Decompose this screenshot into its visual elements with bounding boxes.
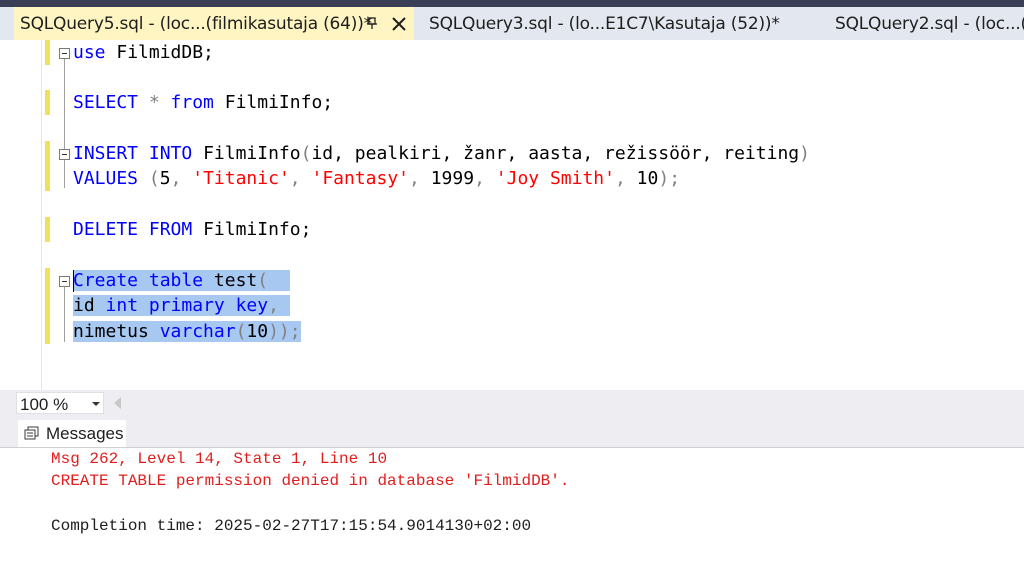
error-message-line: CREATE TABLE permission denied in databa… xyxy=(51,472,570,490)
comma: , xyxy=(170,168,193,189)
results-pane: Messages Msg 262, Level 14, State 1, Lin… xyxy=(0,416,1024,585)
string-literal: 'Fantasy' xyxy=(311,168,410,189)
error-message-line: Msg 262, Level 14, State 1, Line 10 xyxy=(51,450,388,468)
keyword: table xyxy=(148,270,204,291)
comma: , xyxy=(409,168,431,189)
zoom-value: 100 % xyxy=(20,395,69,414)
tab-strip-accent xyxy=(0,0,1024,7)
identifier: id xyxy=(73,295,95,316)
document-tab-strip: SQLQuery5.sql - (loc...(filmikasutaja (6… xyxy=(0,0,1024,40)
comma: , xyxy=(474,168,496,189)
tab-sqlquery3[interactable]: SQLQuery3.sql - (lo...E1C7\Kasutaja (52)… xyxy=(423,7,818,40)
number: 5 xyxy=(159,168,171,189)
code-line-use: use FilmidDB; xyxy=(73,40,214,65)
editor-status-bar: 100 % xyxy=(0,390,1024,416)
tab-label: SQLQuery5.sql - (loc...(filmikasutaja (6… xyxy=(20,14,372,34)
number: 10 xyxy=(636,168,659,189)
outline-line xyxy=(64,59,65,159)
margin-separator xyxy=(41,40,42,390)
keyword: INSERT xyxy=(73,143,139,164)
semicolon: ; xyxy=(289,321,301,342)
collapse-toggle[interactable] xyxy=(59,149,70,160)
keyword: primary xyxy=(148,295,225,316)
keyword: key xyxy=(235,295,269,316)
pin-icon[interactable] xyxy=(364,16,380,32)
number: 10 xyxy=(246,321,269,342)
keyword: varchar xyxy=(159,321,236,342)
keyword: use xyxy=(73,42,106,63)
outline-line xyxy=(64,160,65,188)
messages-tab-label: Messages xyxy=(46,424,124,443)
code-line-values: VALUES (5, 'Titanic', 'Fantasy', 1999, '… xyxy=(73,166,680,191)
code-line-select: SELECT * from FilmiInfo; xyxy=(73,90,333,115)
change-bar xyxy=(45,40,50,65)
paren: ) xyxy=(799,143,810,164)
sql-editor[interactable]: use FilmidDB; SELECT * from FilmiInfo; I… xyxy=(0,40,1024,390)
identifier: FilmiInfo; xyxy=(192,219,312,240)
code-line-nimetus: nimetus varchar(10)); xyxy=(73,319,301,344)
keyword: FROM xyxy=(148,219,193,240)
tab-sqlquery5[interactable]: SQLQuery5.sql - (loc...(filmikasutaja (6… xyxy=(14,7,414,40)
paren: ( xyxy=(138,168,160,189)
change-bar xyxy=(45,217,50,242)
keyword: from xyxy=(170,92,214,113)
paren: ( xyxy=(300,143,312,164)
tab-sqlquery2[interactable]: SQLQuery2.sql - (loc...(op xyxy=(829,7,1024,40)
zoom-dropdown[interactable]: 100 % xyxy=(16,392,104,414)
close-icon[interactable] xyxy=(389,14,409,34)
code-line-create: Create table test( xyxy=(73,268,290,293)
keyword: DELETE xyxy=(73,219,139,240)
change-bar xyxy=(45,90,50,115)
scroll-left-icon[interactable] xyxy=(114,397,121,409)
code-line-delete: DELETE FROM FilmiInfo; xyxy=(73,217,311,242)
editor-margin xyxy=(0,40,42,390)
tab-label: SQLQuery2.sql - (loc...(op xyxy=(835,14,1024,34)
keyword: int xyxy=(105,295,139,316)
paren: ( xyxy=(257,270,269,291)
chevron-down-icon xyxy=(92,402,100,406)
string-literal: 'Joy Smith' xyxy=(495,168,615,189)
code-line-insert: INSERT INTO FilmiInfo(id, pealkiri, žanr… xyxy=(73,141,810,166)
column-list: id, pealkiri, žanr, aasta, režissöör, re… xyxy=(311,143,800,164)
outline-line xyxy=(64,287,65,342)
identifier: test xyxy=(203,270,258,291)
completion-time-line: Completion time: 2025-02-27T17:15:54.901… xyxy=(51,517,532,535)
paren: ( xyxy=(235,321,247,342)
comma: , xyxy=(289,168,312,189)
collapse-toggle[interactable] xyxy=(59,48,70,59)
change-bar xyxy=(45,268,50,344)
tab-label: SQLQuery3.sql - (lo...E1C7\Kasutaja (52)… xyxy=(429,14,780,34)
keyword: SELECT xyxy=(73,92,139,113)
string-literal: 'Titanic' xyxy=(192,168,290,189)
code-line-id: id int primary key, xyxy=(73,293,290,318)
text-caret xyxy=(73,270,74,292)
collapse-toggle[interactable] xyxy=(59,276,70,287)
keyword: VALUES xyxy=(73,168,139,189)
change-bar xyxy=(45,141,50,191)
identifier: FilmidDB; xyxy=(105,42,214,63)
messages-icon xyxy=(24,426,39,440)
operator: * xyxy=(138,92,171,113)
comma: , xyxy=(268,295,279,316)
paren: )) xyxy=(268,321,290,342)
results-tab-strip: Messages xyxy=(0,416,1024,447)
tab-messages[interactable]: Messages xyxy=(18,420,126,447)
keyword: Create xyxy=(73,270,139,291)
identifier: FilmiInfo xyxy=(192,143,301,164)
paren: ); xyxy=(658,168,681,189)
identifier: FilmiInfo; xyxy=(213,92,334,113)
number: 1999 xyxy=(430,168,475,189)
identifier: nimetus xyxy=(73,321,149,342)
keyword: INTO xyxy=(148,143,193,164)
comma: , xyxy=(614,168,637,189)
